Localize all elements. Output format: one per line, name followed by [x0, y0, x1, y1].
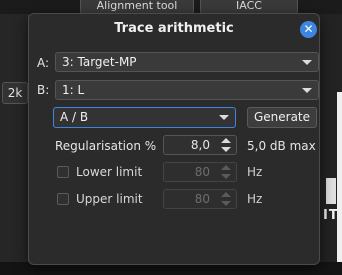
dialog-titlebar[interactable]: Trace arithmetic ✕ [29, 14, 319, 44]
background-2k-button[interactable]: 2k [2, 82, 28, 104]
spin-arrows-icon[interactable] [220, 165, 232, 179]
regularisation-value: 8,0 [190, 138, 210, 152]
regularisation-hint: 5,0 dB max [247, 139, 316, 153]
trace-a-select[interactable]: 3: Target-MP [55, 52, 319, 72]
b-label: B: [37, 83, 50, 97]
trace-b-select[interactable]: 1: L [55, 80, 319, 100]
chevron-down-icon [219, 115, 229, 120]
upper-limit-spinbox[interactable]: 80 [163, 189, 237, 209]
upper-limit-label: Upper limit [76, 192, 143, 206]
chevron-down-icon [302, 88, 312, 93]
upper-limit-checkbox[interactable] [57, 193, 69, 205]
background-logo-mark [326, 178, 336, 204]
background-left-panel [0, 14, 29, 275]
trace-b-value: 1: L [62, 83, 85, 97]
upper-limit-unit: Hz [247, 192, 263, 206]
generate-button[interactable]: Generate [247, 107, 317, 128]
background-scroll-area [337, 92, 342, 274]
operation-value: A / B [60, 110, 89, 124]
regularisation-spinbox[interactable]: 8,0 [163, 135, 237, 155]
dialog-title: Trace arithmetic [114, 21, 234, 36]
operation-select[interactable]: A / B [53, 107, 236, 128]
chevron-down-icon [302, 60, 312, 65]
upper-limit-value: 80 [194, 192, 210, 206]
regularisation-label: Regularisation % [55, 139, 157, 153]
spin-arrows-icon[interactable] [220, 138, 232, 152]
trace-a-value: 3: Target-MP [62, 55, 137, 69]
lower-limit-label: Lower limit [76, 165, 143, 179]
spin-arrows-icon[interactable] [220, 192, 232, 206]
trace-arithmetic-dialog: Trace arithmetic ✕ A: 3: Target-MP B: 1:… [28, 13, 320, 265]
lower-limit-value: 80 [194, 165, 210, 179]
lower-limit-spinbox[interactable]: 80 [163, 162, 237, 182]
lower-limit-unit: Hz [247, 165, 263, 179]
close-icon[interactable]: ✕ [300, 21, 317, 38]
a-label: A: [37, 56, 50, 70]
lower-limit-checkbox[interactable] [57, 166, 69, 178]
